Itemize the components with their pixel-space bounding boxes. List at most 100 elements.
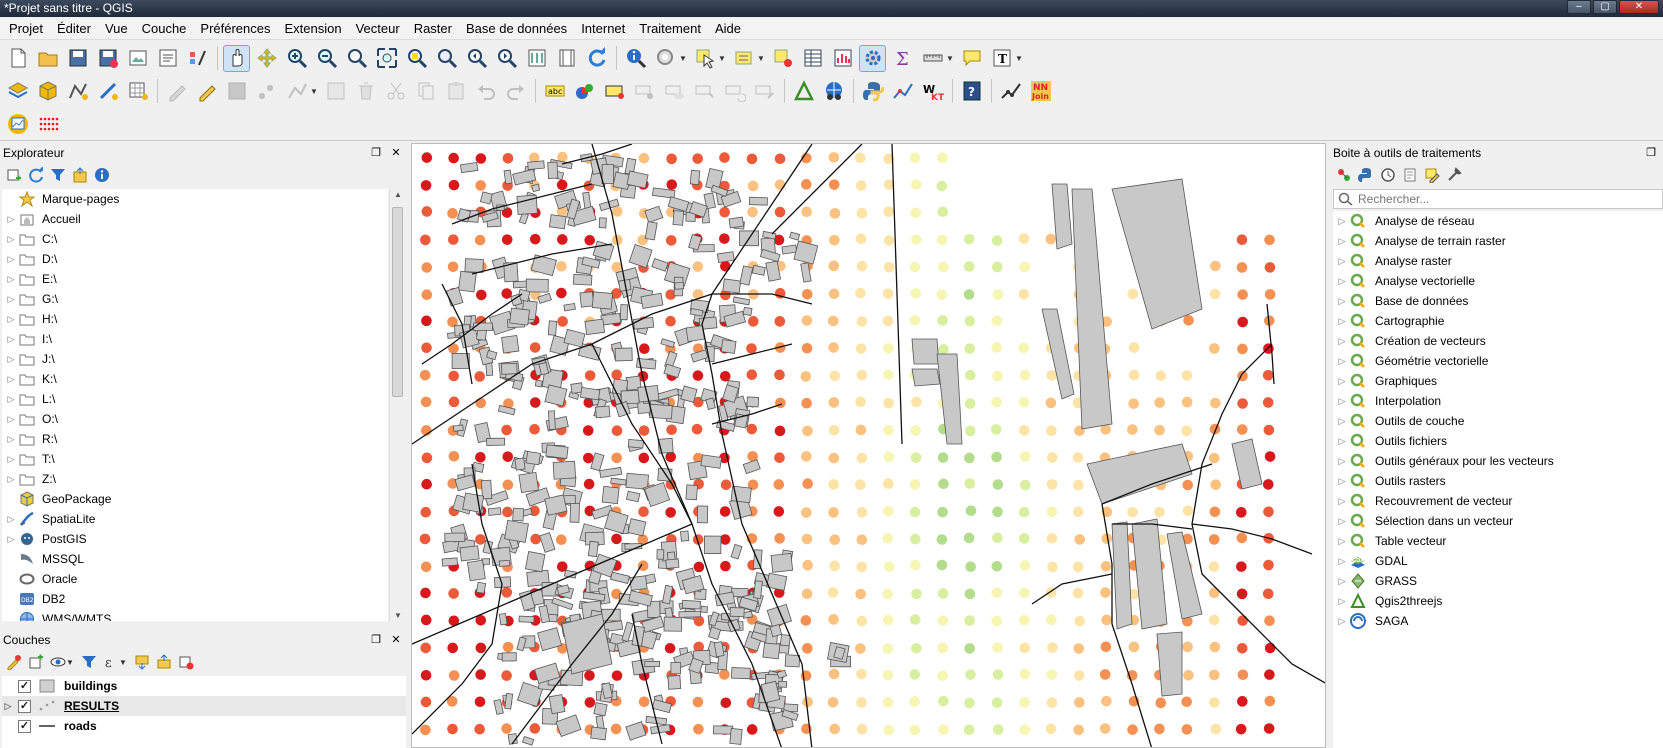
modify-attributes-icon[interactable] — [322, 78, 349, 105]
expand-arrow-icon[interactable]: ▷ — [4, 334, 18, 345]
digitize-line-icon[interactable] — [997, 78, 1024, 105]
expand-arrow-icon[interactable]: ▷ — [1335, 376, 1349, 387]
expand-arrow-icon[interactable]: ▷ — [4, 394, 18, 405]
highlight-pinned-labels-icon[interactable] — [601, 78, 628, 105]
expand-arrow-icon[interactable]: ▷ — [1335, 356, 1349, 367]
label-toolbar-icon[interactable]: abc — [541, 78, 568, 105]
menu-item[interactable]: Éditer — [50, 18, 98, 40]
filter-expression-icon[interactable]: ε — [100, 652, 121, 672]
explorer-item[interactable]: WMS/WMTS — [2, 609, 388, 621]
expand-arrow-icon[interactable]: ▷ — [1335, 556, 1349, 567]
explorer-item[interactable]: ▷ R:\ — [2, 429, 388, 449]
models-icon[interactable] — [1333, 165, 1354, 185]
field-calculator-icon[interactable] — [829, 45, 856, 72]
close-window-button[interactable]: ✕ — [1619, 0, 1659, 14]
menu-item[interactable]: Raster — [407, 18, 459, 40]
change-label-icon[interactable] — [751, 78, 778, 105]
explorer-item[interactable]: ▷ J:\ — [2, 349, 388, 369]
toolbox-provider-item[interactable]: ▷ Outils généraux pour les vecteurs — [1333, 451, 1663, 471]
expand-arrow-icon[interactable]: ▷ — [1335, 476, 1349, 487]
layer-visibility-checkbox[interactable]: ✓ — [18, 679, 31, 693]
expression-dropdown-arrow[interactable]: ▼ — [119, 658, 127, 667]
undo-icon[interactable] — [472, 78, 499, 105]
map-rendering[interactable] — [412, 144, 1326, 748]
toolbox-provider-item[interactable]: ▷ Recouvrement de vecteur — [1333, 491, 1663, 511]
layer-visibility-checkbox[interactable]: ✓ — [18, 719, 31, 733]
remove-layer-icon[interactable] — [175, 652, 196, 672]
pin-labels-icon[interactable] — [631, 78, 658, 105]
float-panel-icon[interactable]: ❐ — [368, 632, 384, 648]
explorer-item[interactable]: ▷ H:\ — [2, 309, 388, 329]
identify-icon[interactable] — [622, 45, 649, 72]
zoom-full-icon[interactable] — [373, 45, 400, 72]
toolbox-search-box[interactable] — [1333, 189, 1663, 209]
redo-icon[interactable] — [502, 78, 529, 105]
add-raster-layer-icon[interactable] — [124, 78, 151, 105]
menu-item[interactable]: Projet — [2, 18, 50, 40]
toolbox-provider-item[interactable]: ▷ Interpolation — [1333, 391, 1663, 411]
expand-arrow-icon[interactable]: ▷ — [1335, 536, 1349, 547]
explorer-item[interactable]: ▷ O:\ — [2, 409, 388, 429]
explorer-item[interactable]: ▷ Z:\ — [2, 469, 388, 489]
explorer-item[interactable]: ▷ D:\ — [2, 249, 388, 269]
current-edits-icon[interactable] — [163, 78, 190, 105]
expand-arrow-icon[interactable]: ▷ — [4, 434, 18, 445]
open-project-icon[interactable] — [34, 45, 61, 72]
explorer-item[interactable]: ▷ PostGIS — [2, 529, 388, 549]
plugin-graph-icon[interactable] — [4, 111, 31, 138]
temporal-icon[interactable] — [553, 45, 580, 72]
new-map-view-icon[interactable] — [523, 45, 550, 72]
expand-arrow-icon[interactable]: ▷ — [1335, 336, 1349, 347]
measure-dropdown-arrow[interactable]: ▼ — [946, 54, 954, 63]
add-vector-layer-icon[interactable] — [64, 78, 91, 105]
menu-item[interactable]: Base de données — [459, 18, 574, 40]
annotation-dropdown-arrow[interactable]: ▼ — [1015, 54, 1023, 63]
show-hide-labels-icon[interactable] — [661, 78, 688, 105]
explorer-item[interactable]: ▷ SpatiaLite — [2, 509, 388, 529]
close-panel-icon[interactable]: ✕ — [388, 145, 404, 161]
vertex-dropdown-arrow[interactable]: ▼ — [310, 87, 318, 96]
explorer-item[interactable]: ▷ G:\ — [2, 289, 388, 309]
paste-features-icon[interactable] — [442, 78, 469, 105]
expand-arrow-icon[interactable]: ▷ — [1335, 216, 1349, 227]
save-as-icon[interactable] — [94, 45, 121, 72]
expand-arrow-icon[interactable]: ▷ — [1335, 236, 1349, 247]
expand-arrow-icon[interactable]: ▷ — [1335, 256, 1349, 267]
expand-arrow-icon[interactable]: ▷ — [4, 234, 18, 245]
expand-arrow-icon[interactable]: ▷ — [2, 701, 14, 712]
properties-info-icon[interactable] — [91, 165, 112, 185]
expand-arrow-icon[interactable]: ▷ — [1335, 396, 1349, 407]
explorer-item[interactable]: ▷ C:\ — [2, 229, 388, 249]
expand-arrow-icon[interactable]: ▷ — [1335, 596, 1349, 607]
expand-arrow-icon[interactable]: ▷ — [4, 274, 18, 285]
expand-arrow-icon[interactable]: ▷ — [1335, 616, 1349, 627]
menu-item[interactable]: Extension — [278, 18, 349, 40]
filter-icon[interactable] — [47, 165, 68, 185]
map-tips-icon[interactable] — [958, 45, 985, 72]
collapse-all-icon[interactable] — [69, 165, 90, 185]
add-feature-icon[interactable] — [253, 78, 280, 105]
select-features-icon[interactable] — [691, 45, 718, 72]
point-grid-icon[interactable] — [34, 111, 61, 138]
explorer-item[interactable]: DB2 DB2 — [2, 589, 388, 609]
layer-row[interactable]: ▷ ✓ RESULTS — [2, 696, 406, 716]
new-geopackage-icon[interactable] — [34, 78, 61, 105]
toolbox-provider-item[interactable]: ▷ Outils rasters — [1333, 471, 1663, 491]
explorer-item[interactable]: ▷ Accueil — [2, 209, 388, 229]
menu-item[interactable]: Vecteur — [349, 18, 407, 40]
toolbox-provider-item[interactable]: ▷ GRASS — [1333, 571, 1663, 591]
profile-tool-icon[interactable] — [889, 78, 916, 105]
refresh-icon[interactable] — [25, 165, 46, 185]
layer-row[interactable]: ✓ roads — [2, 716, 406, 736]
zoom-last-icon[interactable] — [463, 45, 490, 72]
toolbox-provider-item[interactable]: ▷ Analyse vectorielle — [1333, 271, 1663, 291]
collapse-all-icon[interactable] — [153, 652, 174, 672]
save-edits-icon[interactable] — [223, 78, 250, 105]
vertex-tool-icon[interactable] — [283, 78, 310, 105]
copy-features-icon[interactable] — [412, 78, 439, 105]
toolbox-provider-item[interactable]: ▷ Analyse de réseau — [1333, 211, 1663, 231]
expand-arrow-icon[interactable]: ▷ — [1335, 316, 1349, 327]
toolbox-provider-item[interactable]: ▷ Analyse de terrain raster — [1333, 231, 1663, 251]
filter-legend-icon[interactable] — [78, 652, 99, 672]
explorer-item[interactable]: ▷ T:\ — [2, 449, 388, 469]
